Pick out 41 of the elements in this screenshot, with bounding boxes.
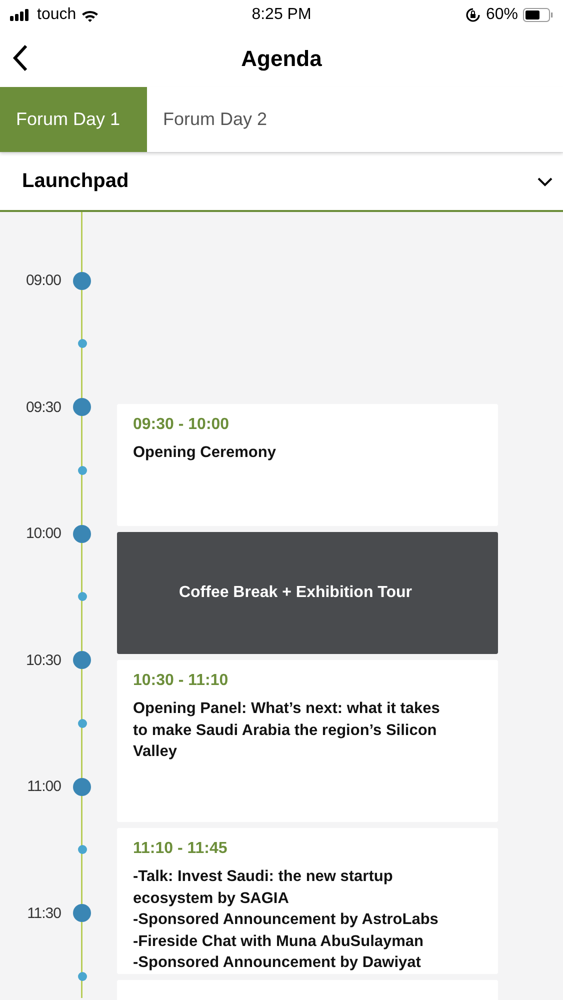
session-card[interactable]: 10:30 - 11:10 Opening Panel: What’s next: what it takes to make Saudi Arabia the region’s Silicon Valley <box>117 660 498 822</box>
time-label: 10:30 <box>26 652 61 669</box>
quarter-marker-dot <box>78 718 86 728</box>
hour-marker-dot <box>73 778 91 796</box>
session-card[interactable]: 09:30 - 10:00 Opening Ceremony <box>117 404 498 526</box>
quarter-marker-dot <box>78 339 86 348</box>
hour-marker-dot <box>73 398 91 416</box>
session-title: -Talk: Invest Saudi: the new startup ecosystem by SAGIA -Sponsored Announcement by AstroLabs -Fireside Chat with Muna AbuSulayman -Sponsored Announcement by Dawiyat <box>133 867 440 973</box>
day-tab[interactable]: Forum Day 1 <box>0 87 147 152</box>
session-title: Opening Panel: What’s next: what it takes to make Saudi Arabia the region’s Silicon Valley <box>133 699 441 762</box>
session-time: 09:30 - 10:00 <box>133 416 230 434</box>
chevron-down-icon <box>537 176 553 186</box>
day-tab[interactable]: Forum Day 2 <box>147 87 294 152</box>
carrier-name: touch <box>37 6 76 24</box>
wifi-icon <box>81 8 100 22</box>
rotation-lock-icon <box>464 7 481 23</box>
page-title: Agenda <box>241 46 322 72</box>
time-label: 10:00 <box>26 525 61 542</box>
back-icon[interactable] <box>12 44 28 72</box>
venue-dropdown[interactable]: Launchpad <box>0 153 563 212</box>
time-label: 09:00 <box>26 272 61 290</box>
quarter-marker-dot <box>78 466 86 475</box>
break-card[interactable]: Coffee Break + Exhibition Tour <box>117 532 498 654</box>
battery-percent: 60% <box>486 6 518 24</box>
hour-marker-dot <box>73 272 91 290</box>
break-title: Coffee Break + Exhibition Tour <box>178 584 412 602</box>
time-label: 11:00 <box>27 778 61 796</box>
session-time: 10:30 - 11:10 <box>133 672 230 690</box>
status-time: 8:25 PM <box>250 6 312 24</box>
session-title: Opening Ceremony <box>133 443 277 463</box>
time-label: 11:30 <box>27 904 61 922</box>
battery-icon <box>523 8 553 22</box>
session-time: 11:10 - 11:45 <box>133 840 228 858</box>
quarter-marker-dot <box>78 845 86 854</box>
quarter-marker-dot <box>78 972 86 981</box>
hour-marker-dot <box>73 904 91 922</box>
quarter-marker-dot <box>78 592 86 602</box>
session-card[interactable]: 11:10 - 11:45 -Talk: Invest Saudi: the new startup ecosystem by SAGIA -Sponsored Announcement by AstroLabs -Fireside Chat with Muna AbuSulayman -Sponsored Announcement by Dawiyat <box>117 828 498 974</box>
hour-marker-dot <box>73 524 91 543</box>
hour-marker-dot <box>73 651 91 670</box>
time-label: 09:30 <box>26 398 61 416</box>
